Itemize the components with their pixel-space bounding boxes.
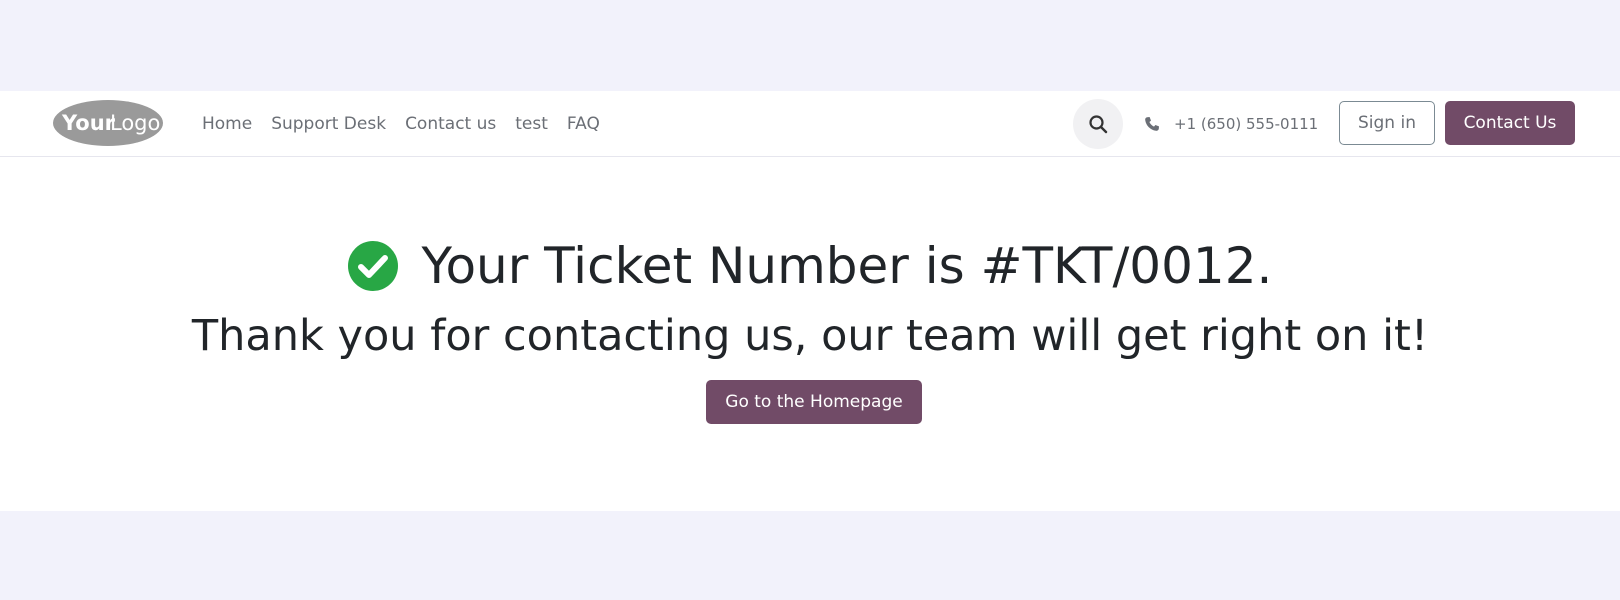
check-circle-icon (347, 241, 398, 291)
logo-image: Your Logo (53, 100, 163, 146)
main-nav: Home Support Desk Contact us test FAQ (202, 91, 619, 157)
ticket-heading: Your Ticket Number is #TKT/0012. (0, 235, 1620, 297)
page: Your Logo Home Support Desk Contact us t… (0, 0, 1620, 600)
sign-in-button[interactable]: Sign in (1339, 101, 1435, 145)
main-content: Your Ticket Number is #TKT/0012. Thank y… (0, 157, 1620, 511)
nav-link-contact-us[interactable]: Contact us (405, 114, 496, 134)
search-button[interactable] (1073, 99, 1123, 149)
go-to-homepage-button[interactable]: Go to the Homepage (706, 380, 922, 424)
navbar: Your Logo Home Support Desk Contact us t… (0, 91, 1620, 157)
logo[interactable]: Your Logo (52, 99, 164, 147)
phone-icon (1144, 116, 1160, 132)
logo-text-bold: Your (61, 111, 116, 135)
nav-link-home[interactable]: Home (202, 114, 252, 134)
logo-text-light: Logo (110, 111, 160, 135)
ticket-number-message: Your Ticket Number is #TKT/0012. (421, 237, 1273, 295)
contact-us-button[interactable]: Contact Us (1445, 101, 1575, 145)
nav-link-faq[interactable]: FAQ (567, 114, 600, 134)
search-icon (1089, 115, 1108, 134)
phone-number[interactable]: +1 (650) 555-0111 (1174, 115, 1318, 133)
nav-link-test[interactable]: test (515, 114, 548, 134)
nav-link-support-desk[interactable]: Support Desk (271, 114, 386, 134)
thank-you-message: Thank you for contacting us, our team wi… (191, 311, 1429, 361)
phone-contact[interactable]: +1 (650) 555-0111 (1144, 91, 1318, 157)
